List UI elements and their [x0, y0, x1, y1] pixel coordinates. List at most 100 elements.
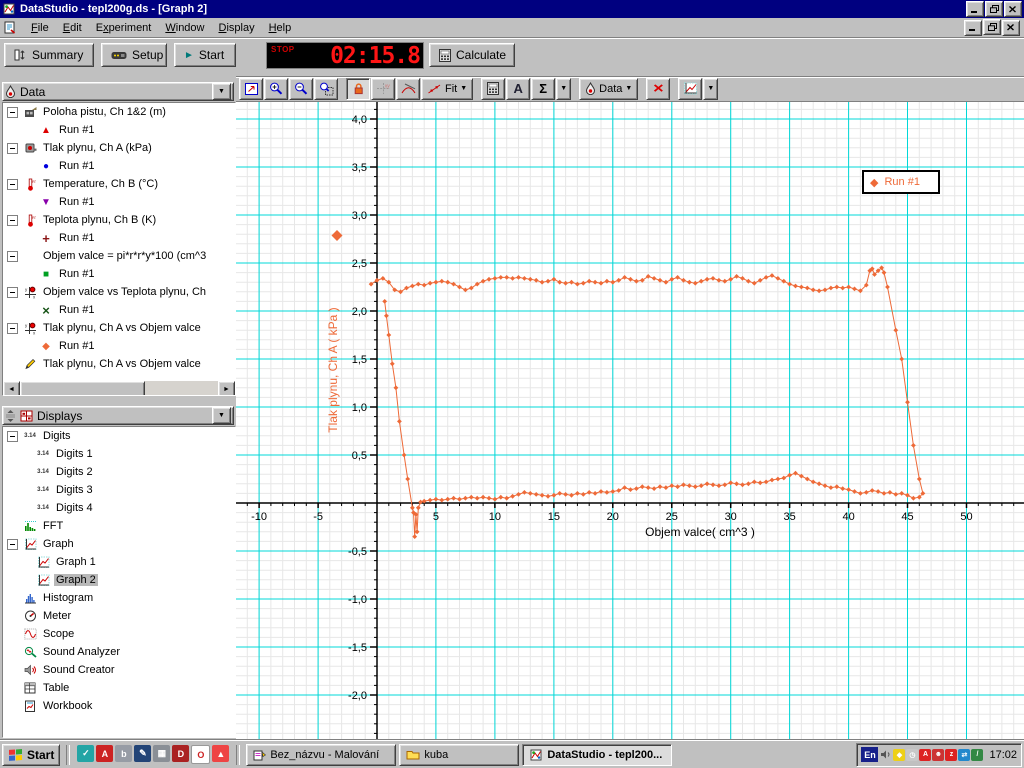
expand-box[interactable] [7, 286, 18, 298]
acrobat-icon[interactable]: A [96, 745, 114, 762]
agent-icon[interactable]: ☻ [932, 748, 945, 761]
graph-settings-arrow[interactable]: ▼ [703, 77, 719, 100]
displays-panel-dropdown[interactable]: ▼ [212, 407, 231, 424]
display-item-sound-creator[interactable]: Sound Creator [3, 661, 235, 679]
display-item-meter[interactable]: Meter [3, 607, 235, 625]
data-item-0[interactable]: Poloha pistu, Ch 1&2 (m) [3, 103, 235, 121]
setup-button[interactable]: Setup [101, 43, 167, 67]
menu-file[interactable]: File [24, 20, 56, 36]
displays-panel-header[interactable]: Displays ▼ [2, 406, 234, 425]
pen-tray-icon[interactable]: / [971, 748, 984, 761]
scroll-right-button[interactable]: ► [218, 381, 235, 395]
display-item-fft[interactable]: FFT [3, 517, 235, 535]
graph-settings-button[interactable] [678, 77, 703, 100]
task-datastudio-tepl200-[interactable]: DataStudio - tepl200... [522, 743, 673, 766]
data-item-7[interactable]: Tlak plynu, Ch A vs Objem valce [3, 355, 235, 373]
expand-box[interactable] [7, 178, 18, 190]
display-item-digits-4[interactable]: 3.14 Digits 4 [3, 499, 235, 517]
expand-box[interactable] [7, 250, 18, 262]
task-kuba[interactable]: kuba [399, 743, 520, 766]
display-item-digits-1[interactable]: 3.14 Digits 1 [3, 445, 235, 463]
taskbar-start-button[interactable]: Start [2, 743, 61, 766]
menu-display[interactable]: Display [212, 20, 262, 36]
close-button[interactable] [1004, 1, 1022, 18]
calculate-button[interactable]: Calculate [429, 43, 515, 67]
menu-window[interactable]: Window [158, 20, 211, 36]
expand-box[interactable] [7, 538, 18, 550]
xy-tool-button[interactable]: xy [371, 77, 395, 100]
smart-tool-button[interactable] [346, 77, 370, 100]
expand-box[interactable] [7, 106, 18, 118]
scale-to-fit-button[interactable] [239, 77, 263, 100]
restore-button[interactable] [985, 0, 1003, 17]
menu-experiment[interactable]: Experiment [89, 20, 159, 36]
power-icon[interactable]: z [945, 748, 958, 761]
fit-button[interactable]: Fit ▼ [421, 77, 474, 100]
title-bar[interactable]: DataStudio - tepl200g.ds - [Graph 2] [0, 0, 1024, 18]
volume-icon[interactable] [880, 749, 892, 761]
data-run-3[interactable]: + Run #1 [3, 229, 235, 247]
data-tree-hscrollbar[interactable]: ◄ ► [3, 381, 235, 395]
display-item-histogram[interactable]: Histogram [3, 589, 235, 607]
calculator-button[interactable] [481, 77, 506, 100]
child-close-button[interactable] [1002, 19, 1020, 36]
diamond-icon[interactable]: ◆ [893, 748, 906, 761]
display-item-sound-analyzer[interactable]: Sound Analyzer [3, 643, 235, 661]
child-minimize-button[interactable] [964, 19, 982, 36]
data-item-3[interactable]: RTD Teplota plynu, Ch B (K) [3, 211, 235, 229]
data-item-1[interactable]: Tlak plynu, Ch A (kPa) [3, 139, 235, 157]
statistics-arrow[interactable]: ▼ [556, 77, 572, 100]
minimize-button[interactable] [966, 1, 984, 18]
display-item-graph-2[interactable]: Graph 2 [3, 571, 235, 589]
data-run-2[interactable]: ▼ Run #1 [3, 193, 235, 211]
menu-help[interactable]: Help [262, 20, 299, 36]
display-item-digits-2[interactable]: 3.14 Digits 2 [3, 463, 235, 481]
data-button[interactable]: Data ▼ [579, 77, 639, 100]
calculator-tray-icon[interactable]: ▦ [153, 745, 171, 762]
document-icon[interactable] [4, 21, 16, 34]
expand-box[interactable] [7, 322, 18, 334]
expand-box[interactable] [7, 430, 18, 442]
data-run-0[interactable]: ▲ Run #1 [3, 121, 235, 139]
display-item-scope[interactable]: Scope [3, 625, 235, 643]
data-item-5[interactable]: y x Objem valce vs Teplota plynu, Ch [3, 283, 235, 301]
data-item-4[interactable]: Objem valce = pi*r*r*y*100 (cm^3 [3, 247, 235, 265]
data-panel-dropdown[interactable]: ▼ [212, 83, 231, 100]
zoom-in-button[interactable] [264, 77, 288, 100]
menu-edit[interactable]: Edit [56, 20, 89, 36]
start-button[interactable]: ► Start [174, 43, 236, 67]
statistics-button[interactable]: Σ [531, 77, 556, 100]
ati-icon[interactable]: A [919, 748, 932, 761]
display-item-table[interactable]: Table [3, 679, 235, 697]
notes-icon[interactable]: ✓ [77, 745, 95, 762]
display-item-digits-3[interactable]: 3.14 Digits 3 [3, 481, 235, 499]
scroll-left-button[interactable]: ◄ [3, 381, 20, 395]
zoom-select-button[interactable] [314, 77, 338, 100]
splitter-icon[interactable] [5, 409, 16, 423]
graph-legend[interactable]: ◆ Run #1 [862, 170, 940, 194]
display-item-graph-1[interactable]: Graph 1 [3, 553, 235, 571]
display-item-digits[interactable]: 3.14 Digits [3, 427, 235, 445]
scroll-track[interactable] [20, 381, 218, 395]
graph-display[interactable]: -10 -5 5 10 15 20 25 30 35 40 45 50 -2,0 -1,5 -1,0 -0,5… [236, 102, 1024, 740]
display-item-workbook[interactable]: Workbook [3, 697, 235, 715]
dragon-icon[interactable]: D [172, 745, 190, 762]
zoom-out-button[interactable] [289, 77, 313, 100]
expand-box[interactable] [7, 142, 18, 154]
opera-icon[interactable]: O [191, 745, 211, 764]
data-panel-header[interactable]: Data ▼ [2, 82, 234, 101]
plot-area[interactable]: -10 -5 5 10 15 20 25 30 35 40 45 50 -2,0 -1,5 -1,0 -0,5… [236, 102, 1024, 740]
child-restore-button[interactable] [983, 19, 1001, 36]
data-item-6[interactable]: y x Tlak plynu, Ch A vs Objem valce [3, 319, 235, 337]
slope-tool-button[interactable] [396, 77, 420, 100]
delete-button[interactable]: × [646, 77, 671, 100]
scheduler-icon[interactable]: ◷ [906, 748, 919, 761]
summary-button[interactable]: Summary [4, 43, 94, 67]
flame-icon[interactable]: ▲ [212, 745, 230, 762]
data-run-1[interactable]: ● Run #1 [3, 157, 235, 175]
keyboard-layout-indicator[interactable]: En [861, 747, 879, 762]
display-item-graph[interactable]: Graph [3, 535, 235, 553]
data-item-2[interactable]: RTD Temperature, Ch B (°C) [3, 175, 235, 193]
text-tool-button[interactable]: A [506, 77, 531, 100]
data-run-6[interactable]: ◆ Run #1 [3, 337, 235, 355]
